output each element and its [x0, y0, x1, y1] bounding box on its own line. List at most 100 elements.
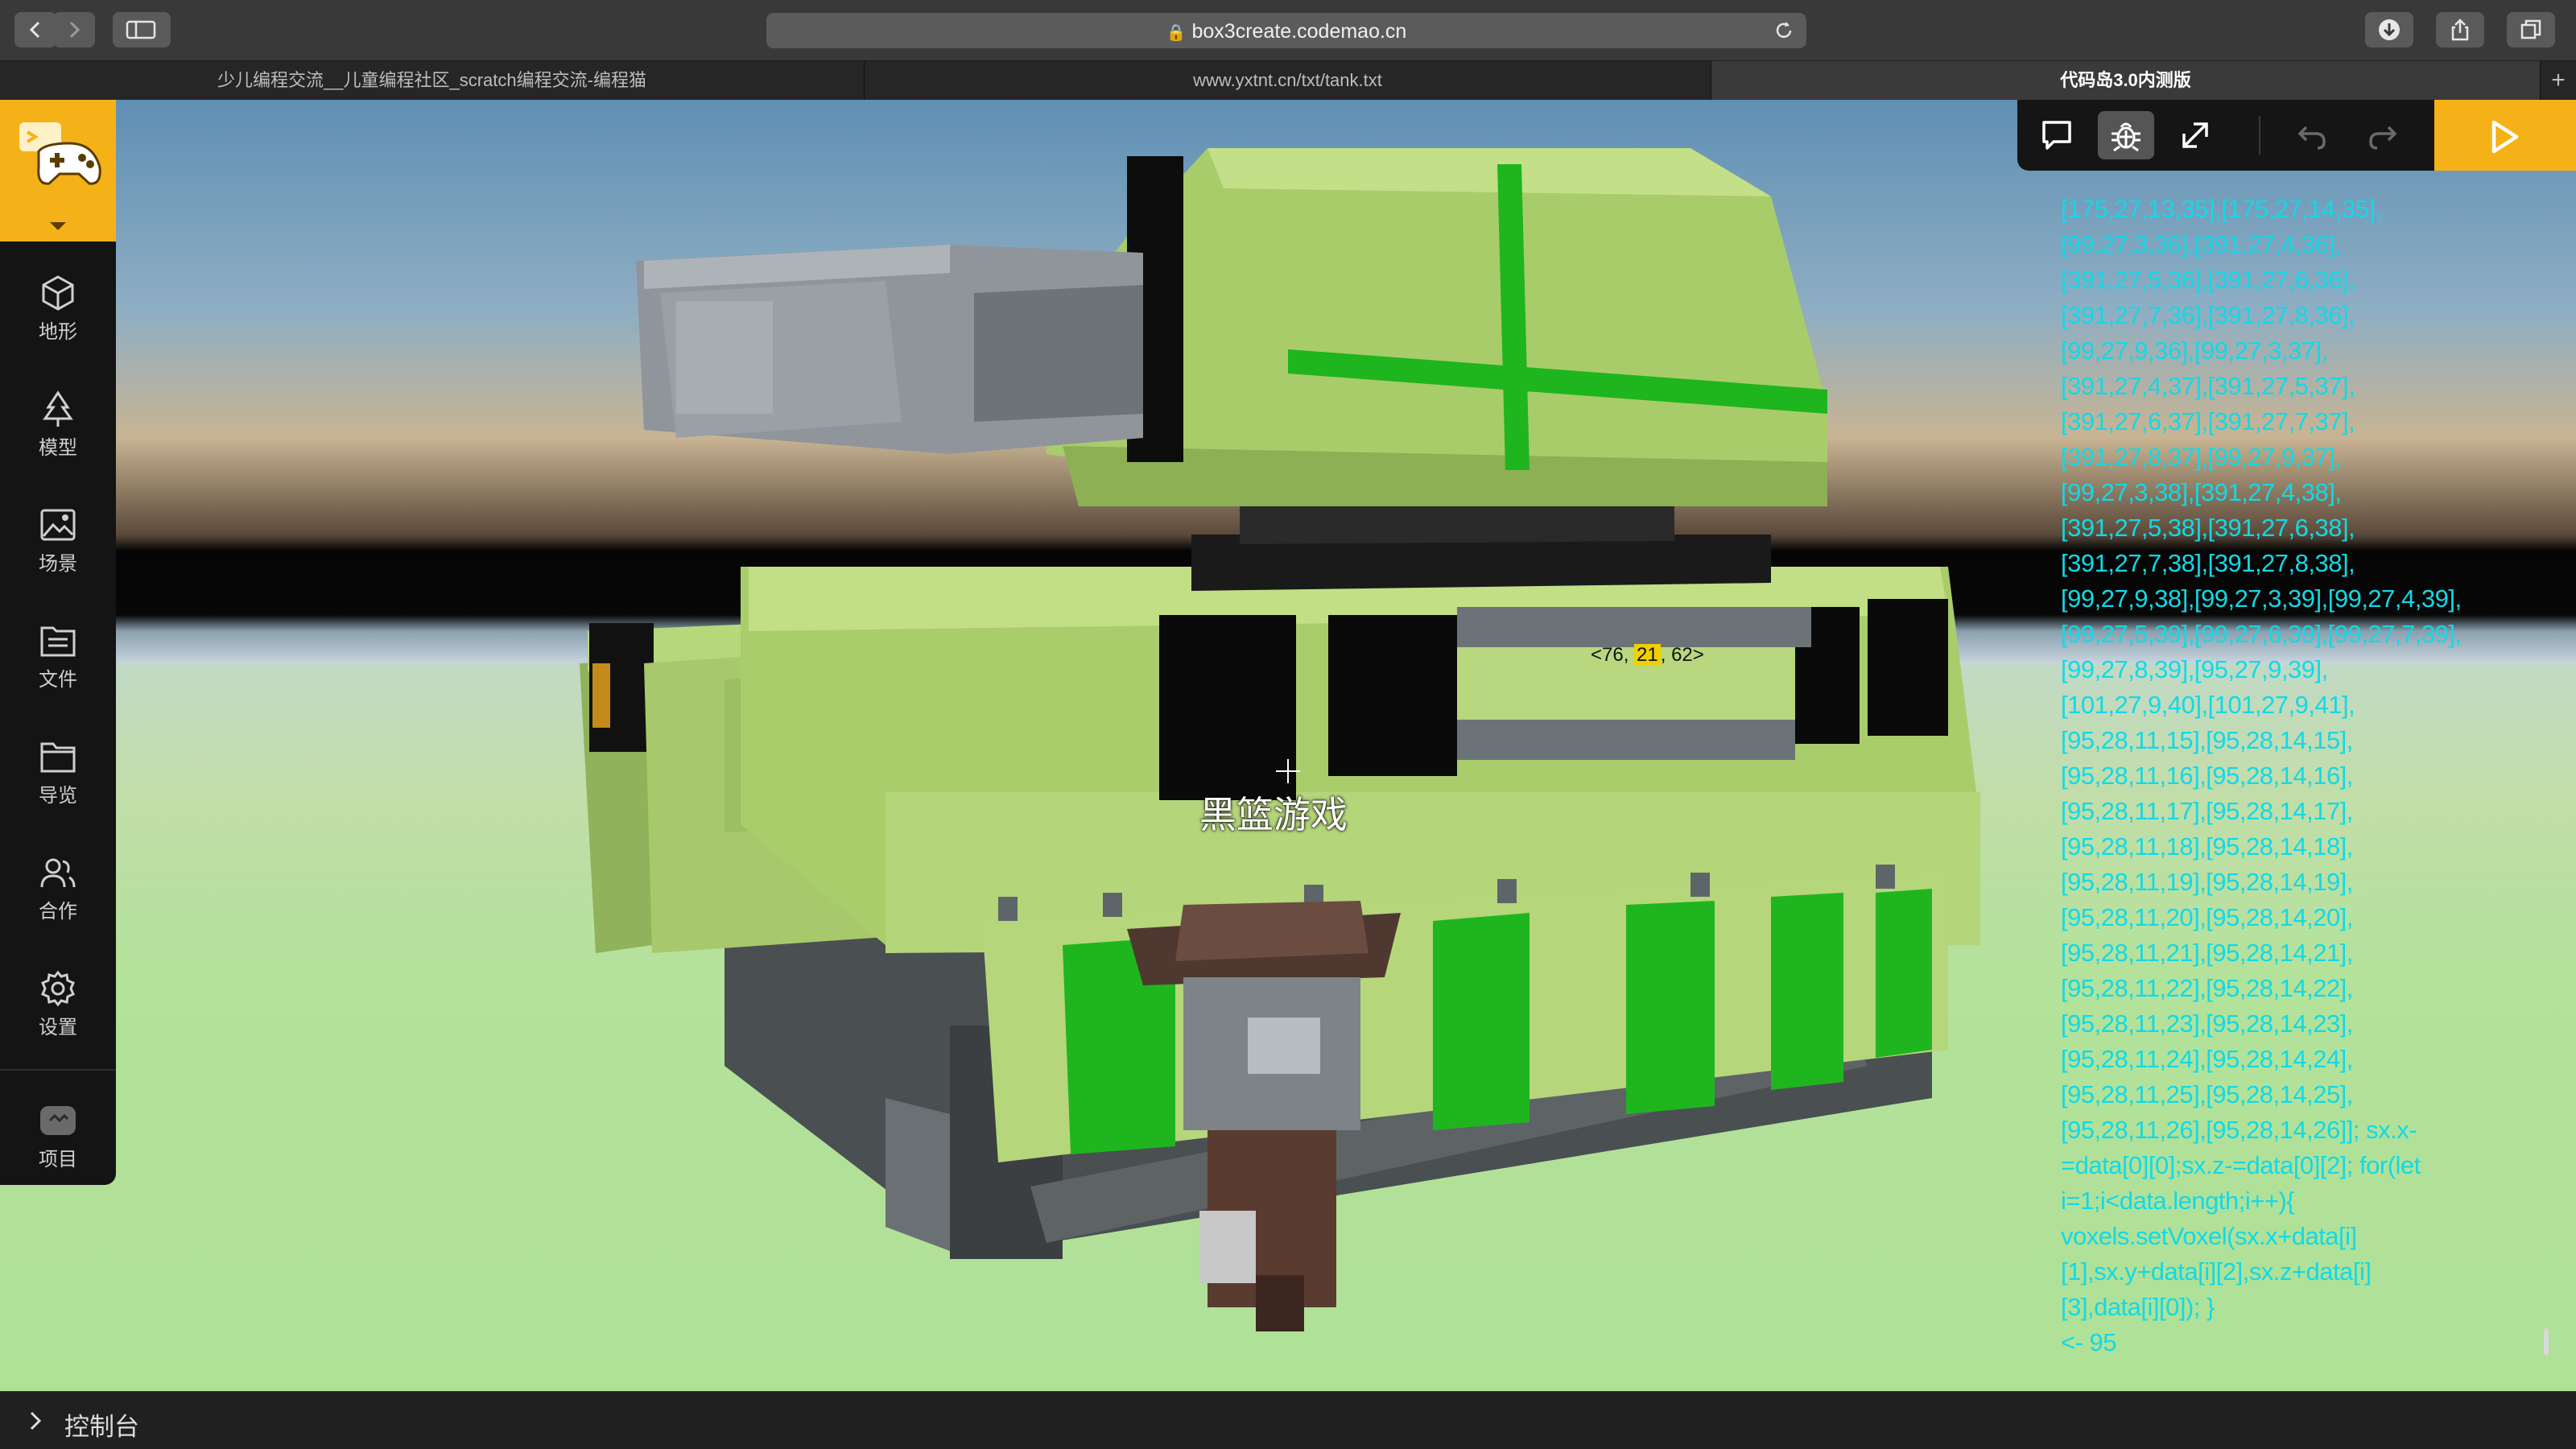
sidebar-item-collaborate[interactable]: 合作	[0, 821, 116, 937]
browser-toolbar: 🔒 box3create.codemao.cn	[0, 0, 2576, 61]
redo-button[interactable]	[2354, 111, 2410, 159]
console-line: i=1;i<data.length;i++){	[2061, 1187, 2295, 1215]
redo-icon	[2369, 126, 2397, 150]
coords-prefix: <76,	[1591, 644, 1635, 666]
sidebar-item-label: 地形	[39, 321, 77, 343]
sidebar-item-label: 设置	[39, 1017, 77, 1038]
console-line: [95,28,11,19],[95,28,14,19],	[2061, 868, 2353, 896]
forward-button[interactable]	[53, 12, 95, 47]
debug-button[interactable]	[2098, 111, 2154, 159]
chevron-down-icon	[50, 222, 66, 230]
console-line: [391,27,7,36],[391,27,8,36],	[2061, 301, 2355, 329]
sidebar-item-scene[interactable]: 场景	[0, 473, 116, 589]
tab-box3-editor[interactable]: 代码岛3.0内测版	[1711, 61, 2541, 100]
console-line: [95,28,11,18],[95,28,14,18],	[2061, 832, 2353, 861]
console-line: [99,27,9,36],[99,27,3,37],	[2061, 336, 2328, 365]
new-tab-button[interactable]: +	[2541, 61, 2576, 100]
console-line: [95,28,11,26],[95,28,14,26]]; sx.x-	[2061, 1116, 2417, 1144]
sidebar-item-project[interactable]: 项目	[0, 1069, 116, 1185]
console-line: [99,27,8,39],[95,27,9,39],	[2061, 655, 2328, 683]
sidebar-item-files[interactable]: 文件	[0, 589, 116, 705]
console-line: [99,27,9,38],[99,27,3,39],[99,27,4,39],	[2061, 584, 2462, 613]
console-line: [1],sx.y+data[i][2],sx.z+data[i]	[2061, 1257, 2372, 1286]
play-icon	[2491, 120, 2519, 154]
file-list-icon	[40, 626, 76, 657]
tabs-icon	[2520, 19, 2541, 39]
back-button[interactable]	[14, 12, 56, 47]
sidebar-icon	[126, 20, 156, 39]
console-line: [391,27,4,37],[391,27,5,37],	[2061, 372, 2355, 400]
expand-icon	[2182, 122, 2208, 148]
tab-bar: 少儿编程交流__儿童编程社区_scratch编程交流-编程猫 www.yxtnt…	[0, 61, 2576, 100]
player-nametag: 黑篮游戏	[1199, 794, 1348, 836]
console-line: =data[0][0];sx.z-=data[0][2]; for(let	[2061, 1151, 2421, 1179]
console-line: [95,28,11,22],[95,28,14,22],	[2061, 974, 2353, 1002]
game-logo-button[interactable]	[0, 100, 116, 242]
chevron-right-icon	[69, 21, 80, 39]
sidebar-item-settings[interactable]: 设置	[0, 937, 116, 1053]
sidebar-toggle-button[interactable]	[113, 12, 171, 47]
lock-icon: 🔒	[1166, 24, 1187, 42]
console-line: [95,28,11,23],[95,28,14,23],	[2061, 1009, 2353, 1038]
tree-icon	[43, 390, 73, 427]
coordinate-readout: <76, 21, 62>	[1591, 644, 1704, 667]
run-button[interactable]	[2434, 100, 2576, 171]
chevron-right-icon	[30, 1411, 42, 1430]
share-button[interactable]	[2436, 12, 2484, 47]
sidebar-item-label: 项目	[39, 1149, 77, 1170]
console-scrollbar[interactable]	[2544, 1328, 2549, 1356]
console-line: [3],data[i][0]); }	[2061, 1293, 2215, 1321]
console-output: [175,27,13,35],[175,27,14,35], [99,27,3,3…	[2061, 192, 2528, 1360]
chevron-left-icon	[29, 21, 40, 39]
sidebar-item-terrain[interactable]: 地形	[0, 242, 116, 357]
console-line: [99,27,3,36],[391,27,4,36],	[2061, 230, 2342, 258]
console-line: [391,27,8,37],[99,27,9,37],	[2061, 443, 2342, 471]
chat-bubble-icon	[2042, 121, 2071, 150]
editor-sidebar: 地形 模型 场景 文件 导览 合作 设置 项目	[0, 100, 116, 1185]
console-line: [95,28,11,21],[95,28,14,21],	[2061, 939, 2353, 967]
sidebar-item-tour[interactable]: 导览	[0, 705, 116, 821]
editor-toolbar	[2017, 100, 2576, 171]
image-icon	[40, 509, 76, 541]
console-line: [95,28,11,16],[95,28,14,16],	[2061, 762, 2353, 790]
undo-button[interactable]	[2285, 111, 2341, 159]
bug-icon	[2112, 122, 2140, 151]
tab-codemao-community[interactable]: 少儿编程交流__儿童编程社区_scratch编程交流-编程猫	[0, 61, 865, 100]
console-line: [391,27,6,37],[391,27,7,37],	[2061, 407, 2355, 436]
console-line: [391,27,5,38],[391,27,6,38],	[2061, 514, 2355, 542]
console-line: [175,27,13,35],[175,27,14,35],	[2061, 195, 2382, 223]
cube-icon	[42, 275, 74, 311]
console-line: [99,27,5,39],[99,27,6,39],[99,27,7,39],	[2061, 620, 2462, 648]
console-line: [99,27,3,38],[391,27,4,38],	[2061, 478, 2342, 506]
folder-icon	[40, 742, 76, 773]
users-icon	[40, 858, 76, 888]
console-line: [391,27,5,36],[391,27,6,36],	[2061, 266, 2355, 294]
console-line: [95,28,11,17],[95,28,14,17],	[2061, 797, 2353, 825]
sidebar-item-models[interactable]: 模型	[0, 357, 116, 473]
address-url: 🔒 box3create.codemao.cn	[1166, 20, 1407, 43]
console-line: [95,28,11,15],[95,28,14,15],	[2061, 726, 2353, 754]
sidebar-item-label: 文件	[39, 669, 77, 691]
console-bar[interactable]: 控制台	[0, 1391, 2576, 1449]
comment-button[interactable]	[2029, 111, 2085, 159]
tabs-overview-button[interactable]	[2507, 12, 2555, 47]
share-icon	[2451, 19, 2469, 41]
sidebar-item-label: 合作	[39, 901, 77, 923]
downloads-button[interactable]	[2365, 12, 2413, 47]
console-line: <- 95	[2061, 1328, 2117, 1356]
tab-tank-txt[interactable]: www.yxtnt.cn/txt/tank.txt	[865, 61, 1711, 100]
coords-suffix: , 62>	[1660, 644, 1704, 666]
console-line: [391,27,7,38],[391,27,8,38],	[2061, 549, 2355, 577]
project-icon	[40, 1106, 76, 1135]
fullscreen-button[interactable]	[2167, 111, 2223, 159]
console-label: 控制台	[64, 1413, 139, 1441]
coords-y-highlight: 21	[1634, 644, 1661, 666]
gamepad-logo-icon	[19, 122, 101, 185]
console-line: [95,28,11,20],[95,28,14,20],	[2061, 903, 2353, 931]
address-bar[interactable]: 🔒 box3create.codemao.cn	[766, 13, 1806, 48]
download-icon	[2379, 19, 2400, 40]
sidebar-item-label: 场景	[39, 553, 77, 575]
console-line: [101,27,9,40],[101,27,9,41],	[2061, 691, 2355, 719]
reload-icon[interactable]	[1773, 19, 1795, 42]
console-line: [95,28,11,25],[95,28,14,25],	[2061, 1080, 2353, 1108]
